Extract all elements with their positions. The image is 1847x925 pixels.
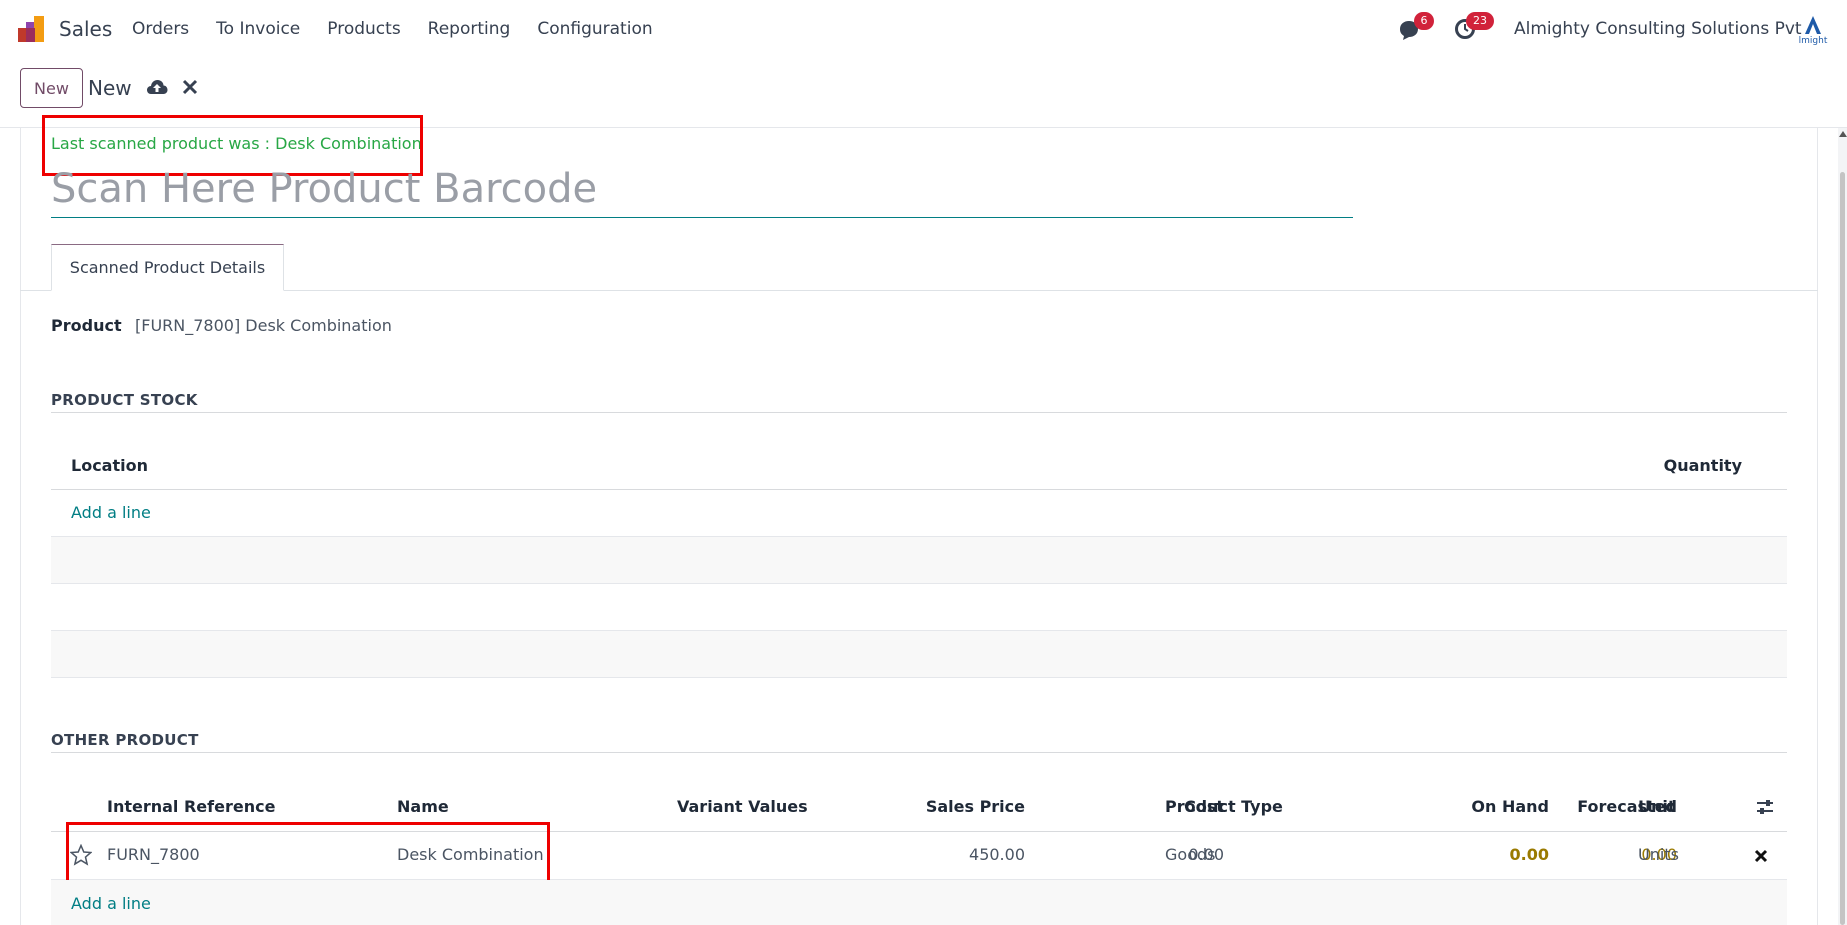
company-logo-text: lmight <box>1799 36 1828 46</box>
stock-table-header: Location Quantity <box>51 446 1787 490</box>
table-row <box>51 631 1787 678</box>
activities-badge: 23 <box>1466 12 1494 30</box>
tab-scanned-product-details[interactable]: Scanned Product Details <box>51 244 284 291</box>
delete-row-icon[interactable] <box>1754 849 1768 863</box>
close-icon[interactable] <box>182 79 198 95</box>
menu-item-configuration[interactable]: Configuration <box>537 19 652 39</box>
product-stock-title: PRODUCT STOCK <box>51 391 198 409</box>
menu-item-reporting[interactable]: Reporting <box>428 19 511 39</box>
section-divider <box>51 752 1787 753</box>
scroll-up-arrow-icon[interactable] <box>1839 131 1847 137</box>
table-row <box>51 490 1787 537</box>
messages-badge: 6 <box>1414 12 1434 30</box>
cell-unit[interactable]: Units <box>1638 845 1679 864</box>
cell-sales-price[interactable]: 450.00 <box>969 845 1025 864</box>
breadcrumb: New <box>88 76 132 100</box>
column-unit[interactable]: Unit <box>1638 797 1676 816</box>
column-product-type[interactable]: Product Type <box>1165 797 1283 816</box>
top-navbar: Sales Orders To Invoice Products Reporti… <box>0 0 1847 58</box>
column-location[interactable]: Location <box>71 456 148 475</box>
cell-on-hand[interactable]: 0.00 <box>1510 845 1549 864</box>
other-product-add-row <box>51 880 1787 925</box>
scrollbar-thumb[interactable] <box>1840 172 1845 925</box>
tab-bar <box>20 290 1818 291</box>
app-name[interactable]: Sales <box>59 17 112 41</box>
company-switcher[interactable]: Almighty Consulting Solutions Pvt <box>1514 19 1802 39</box>
column-internal-reference[interactable]: Internal Reference <box>107 797 275 816</box>
cloud-upload-icon[interactable] <box>146 78 168 96</box>
highlight-box-product-row <box>66 822 550 884</box>
other-product-add-line-link[interactable]: Add a line <box>71 894 151 913</box>
column-sales-price[interactable]: Sales Price <box>926 797 1025 816</box>
barcode-input[interactable] <box>51 160 1353 218</box>
company-logo[interactable]: lmight <box>1796 14 1830 46</box>
menu-item-products[interactable]: Products <box>327 19 400 39</box>
new-button[interactable]: New <box>20 68 83 108</box>
column-on-hand[interactable]: On Hand <box>1471 797 1549 816</box>
sliders-icon[interactable] <box>1755 797 1775 817</box>
main-menu: Orders To Invoice Products Reporting Con… <box>132 19 680 39</box>
section-divider <box>51 412 1787 413</box>
product-field-value[interactable]: [FURN_7800] Desk Combination <box>135 316 392 335</box>
cell-product-type[interactable]: Goods <box>1165 845 1215 864</box>
product-field-label: Product <box>51 316 122 335</box>
sales-app-icon[interactable] <box>18 16 48 42</box>
column-variant-values[interactable]: Variant Values <box>677 797 808 816</box>
column-name[interactable]: Name <box>397 797 449 816</box>
menu-item-to-invoice[interactable]: To Invoice <box>216 19 300 39</box>
table-row <box>51 537 1787 584</box>
stock-add-line-link[interactable]: Add a line <box>71 503 151 522</box>
table-row <box>51 584 1787 631</box>
column-quantity[interactable]: Quantity <box>1664 456 1742 475</box>
other-product-title: OTHER PRODUCT <box>51 731 199 749</box>
menu-item-orders[interactable]: Orders <box>132 19 189 39</box>
